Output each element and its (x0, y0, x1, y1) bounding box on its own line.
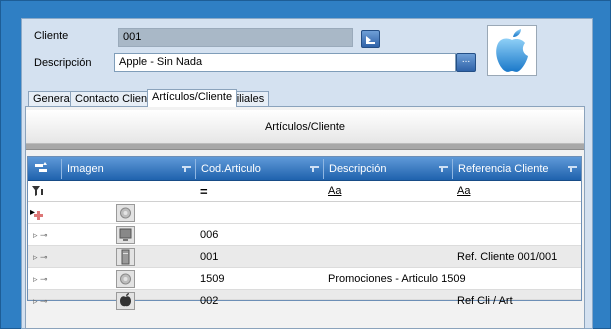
row-pin-icon[interactable]: ▹ ⊸ (33, 268, 48, 290)
filter-row: = Aa Aa (28, 181, 581, 202)
pin-icon[interactable] (310, 166, 319, 172)
row-cod[interactable]: 006 (200, 224, 218, 246)
panel-divider (26, 144, 584, 150)
cliente-field[interactable]: 001 (118, 28, 353, 47)
table-row[interactable]: ▹ ⊸ 1509 Promociones - Articulo 1509 (28, 268, 581, 290)
filter-desc[interactable]: Aa (328, 185, 341, 197)
column-chooser-icon[interactable] (34, 162, 48, 178)
pin-icon[interactable] (182, 166, 191, 172)
filter-ref[interactable]: Aa (457, 185, 470, 197)
row-pin-icon[interactable]: ▹ ⊸ (33, 224, 48, 246)
articulos-grid: Imagen Cod.Articulo Descripción Referenc… (27, 156, 582, 310)
open-arrow-icon (366, 36, 375, 44)
column-imagen-label: Imagen (67, 163, 104, 175)
pin-icon[interactable] (568, 166, 577, 172)
cliente-label: Cliente (34, 30, 69, 42)
client-logo (487, 25, 537, 76)
column-referencia-cliente[interactable]: Referencia Cliente (452, 159, 581, 179)
tab-articulos-cliente[interactable]: Artículos/Cliente (147, 89, 238, 107)
table-row[interactable]: ▹ ⊸ 001 Ref. Cliente 001/001 (28, 246, 581, 268)
pin-icon[interactable] (439, 166, 448, 172)
row-pin-icon[interactable]: ▹ ⊸ (33, 290, 48, 312)
filter-cod[interactable]: = (200, 184, 208, 199)
column-desc-label: Descripción (329, 163, 387, 175)
lookup-button[interactable]: ... (456, 53, 476, 72)
row-ref[interactable]: Ref. Cliente 001/001 (457, 246, 557, 268)
row-desc[interactable]: Promociones - Articulo 1509 (328, 268, 466, 290)
column-descripcion[interactable]: Descripción (323, 159, 452, 179)
table-row[interactable]: ▹ ⊸ 002 Ref Cli / Art (28, 290, 581, 310)
column-imagen[interactable]: Imagen (61, 159, 195, 179)
grid-header: Imagen Cod.Articulo Descripción Referenc… (28, 157, 581, 181)
row-image-gear-icon[interactable] (116, 204, 135, 222)
apple-logo-icon (496, 28, 528, 72)
column-cod-label: Cod.Articulo (201, 163, 261, 175)
articulos-panel: Artículos/Cliente Imagen Cod.Articulo De… (25, 106, 585, 329)
row-cod[interactable]: 002 (200, 290, 218, 312)
row-image-gear-icon[interactable] (116, 270, 135, 288)
row-image-apple-icon[interactable] (116, 292, 135, 310)
row-image-monitor-icon[interactable] (116, 226, 135, 244)
descripcion-label: Descripción (34, 57, 92, 69)
row-pin-icon[interactable]: ▹ ⊸ (33, 246, 48, 268)
column-cod-articulo[interactable]: Cod.Articulo (195, 159, 323, 179)
row-cod[interactable]: 001 (200, 246, 218, 268)
row-ref[interactable]: Ref Cli / Art (457, 290, 513, 312)
new-row[interactable]: ▸ (28, 202, 581, 224)
cliente-open-button[interactable] (361, 30, 380, 48)
descripcion-field[interactable]: Apple - Sin Nada (114, 53, 456, 72)
panel-title: Artículos/Cliente (26, 110, 584, 144)
column-ref-label: Referencia Cliente (458, 163, 549, 175)
table-row[interactable]: ▹ ⊸ 006 (28, 224, 581, 246)
row-image-server-icon[interactable] (116, 248, 135, 266)
filter-icon[interactable] (32, 186, 44, 200)
row-cod[interactable]: 1509 (200, 268, 224, 290)
